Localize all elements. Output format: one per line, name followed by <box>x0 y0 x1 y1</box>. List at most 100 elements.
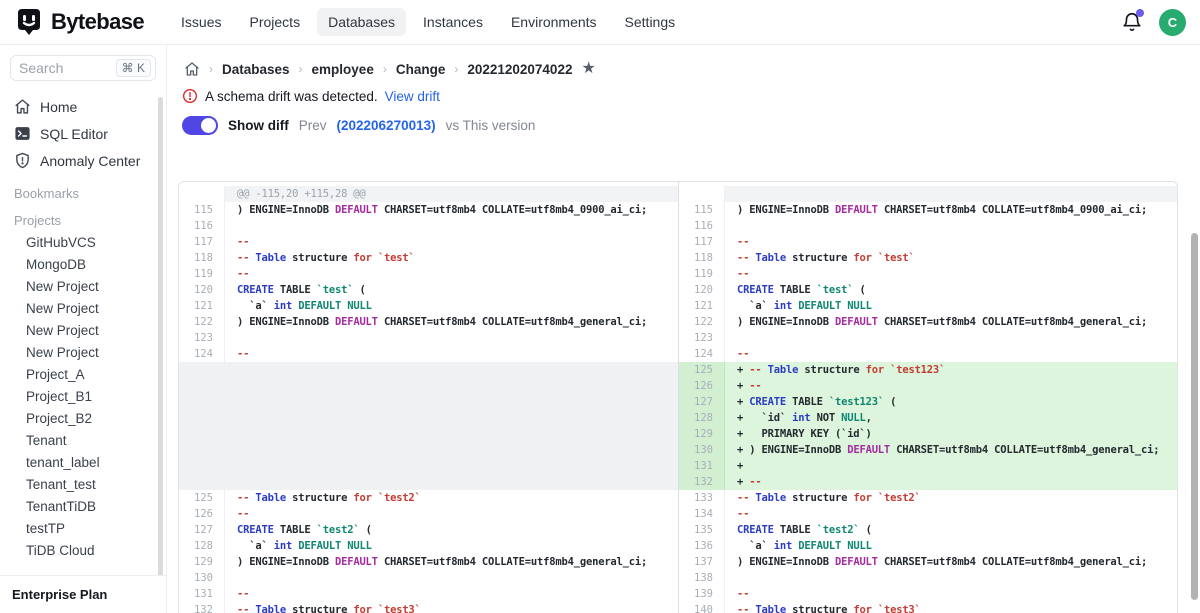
home-icon <box>14 98 31 115</box>
line-number: 125 <box>179 490 225 506</box>
diff-grid: @@ -115,20 +115,28 @@115) ENGINE=InnoDB … <box>179 182 1177 613</box>
line-number: 116 <box>679 218 725 234</box>
sidebar-project-item[interactable]: Project_B2 <box>8 408 158 430</box>
diff-line: 122) ENGINE=InnoDB DEFAULT CHARSET=utf8m… <box>679 314 1177 330</box>
sidebar-project-item[interactable]: New Project <box>8 276 158 298</box>
line-number: 131 <box>179 586 225 602</box>
nav-item-projects[interactable]: Projects <box>239 8 312 36</box>
line-number: 131 <box>679 458 725 474</box>
breadcrumb-employee[interactable]: employee <box>312 62 374 77</box>
line-number: 122 <box>179 314 225 330</box>
code-text <box>725 330 1177 346</box>
line-number: 124 <box>179 346 225 362</box>
home-breadcrumb-icon[interactable] <box>184 61 200 77</box>
code-text: + ) ENGINE=InnoDB DEFAULT CHARSET=utf8mb… <box>725 442 1177 458</box>
diff-line: 139-- <box>679 586 1177 602</box>
code-text: ) ENGINE=InnoDB DEFAULT CHARSET=utf8mb4 … <box>725 554 1177 570</box>
sidebar-project-item[interactable]: New Project <box>8 298 158 320</box>
prev-version-link[interactable]: (202206270013) <box>337 118 436 133</box>
diff-line: 132-- Table structure for `test3` <box>179 602 678 613</box>
diff-line: 130 <box>179 570 678 586</box>
nav-item-issues[interactable]: Issues <box>170 8 232 36</box>
diff-line: 135CREATE TABLE `test2` ( <box>679 522 1177 538</box>
sidebar-item-sql-editor[interactable]: SQL Editor <box>8 120 158 147</box>
breadcrumb-version[interactable]: 20221202074022 <box>467 62 572 77</box>
breadcrumb-change[interactable]: Change <box>396 62 446 77</box>
show-diff-toggle[interactable] <box>182 116 218 135</box>
sidebar-project-item[interactable]: New Project <box>8 320 158 342</box>
diff-line: 125+ -- Table structure for `test123` <box>679 362 1177 378</box>
line-number: 126 <box>179 506 225 522</box>
diff-line: 128+ `id` int NOT NULL, <box>679 410 1177 426</box>
diff-panel-current: 115) ENGINE=InnoDB DEFAULT CHARSET=utf8m… <box>678 182 1177 613</box>
line-number <box>179 186 225 202</box>
top-nav: Issues Projects Databases Instances Envi… <box>170 8 686 36</box>
main-content: › Databases › employee › Change › 202212… <box>167 45 1200 613</box>
sidebar-project-item[interactable]: Tenant <box>8 430 158 452</box>
sidebar-project-item[interactable]: TiDB Cloud <box>8 540 158 562</box>
code-text: + -- <box>725 474 1177 490</box>
sidebar-project-item[interactable]: Project_B1 <box>8 386 158 408</box>
search-box[interactable]: ⌘ K <box>10 55 156 81</box>
sidebar-item-home[interactable]: Home <box>8 93 158 120</box>
code-text: CREATE TABLE `test2` ( <box>225 522 678 538</box>
sidebar-project-item[interactable]: MongoDB <box>8 254 158 276</box>
sidebar-project-item[interactable]: tenant_label <box>8 452 158 474</box>
sidebar-item-anomaly-center[interactable]: Anomaly Center <box>8 147 158 174</box>
code-text: + `id` int NOT NULL, <box>725 410 1177 426</box>
view-drift-link[interactable]: View drift <box>385 89 440 104</box>
diff-line: 134-- <box>679 506 1177 522</box>
diff-line: 131-- <box>179 586 678 602</box>
diff-line: 130+ ) ENGINE=InnoDB DEFAULT CHARSET=utf… <box>679 442 1177 458</box>
code-text: CREATE TABLE `test2` ( <box>725 522 1177 538</box>
line-number: 115 <box>179 202 225 218</box>
topbar-right: C <box>1121 9 1186 36</box>
code-text: -- <box>225 234 678 250</box>
code-text: + PRIMARY KEY (`id`) <box>725 426 1177 442</box>
schema-drift-alert: A schema drift was detected. View drift <box>167 77 1200 104</box>
brand-name: Bytebase <box>51 9 144 35</box>
diff-line: 115) ENGINE=InnoDB DEFAULT CHARSET=utf8m… <box>679 202 1177 218</box>
user-avatar[interactable]: C <box>1159 9 1186 36</box>
sidebar-project-item[interactable]: Project_A <box>8 364 158 386</box>
nav-item-settings[interactable]: Settings <box>614 8 687 36</box>
sidebar-project-item[interactable]: GitHubVCS <box>8 232 158 254</box>
code-text <box>225 362 678 490</box>
nav-item-databases[interactable]: Databases <box>317 8 406 36</box>
diff-line: 131+ <box>679 458 1177 474</box>
sidebar-project-item[interactable]: New Project <box>8 342 158 364</box>
nav-item-environments[interactable]: Environments <box>500 8 608 36</box>
code-text: -- Table structure for `test` <box>225 250 678 266</box>
code-text: -- <box>725 506 1177 522</box>
sidebar-project-item[interactable]: testTP <box>8 518 158 540</box>
diff-line: 121 `a` int DEFAULT NULL <box>679 298 1177 314</box>
search-shortcut-badge: ⌘ K <box>116 59 151 77</box>
search-input[interactable] <box>19 60 99 76</box>
line-number: 120 <box>679 282 725 298</box>
line-number <box>179 362 225 490</box>
page-scrollbar[interactable] <box>1191 233 1198 600</box>
sidebar-section-projects: Projects <box>14 213 152 228</box>
sidebar-project-item[interactable]: Tenant_test <box>8 474 158 496</box>
diff-line: 117-- <box>179 234 678 250</box>
sidebar-project-item[interactable]: TenantTiDB <box>8 496 158 518</box>
diff-toggle-row: Show diff Prev (202206270013) vs This ve… <box>167 104 1200 135</box>
notifications-bell-icon[interactable] <box>1121 11 1143 33</box>
diff-spacer <box>179 362 678 490</box>
code-text: -- <box>725 234 1177 250</box>
shield-icon <box>14 152 31 169</box>
line-number: 126 <box>679 378 725 394</box>
line-number: 129 <box>179 554 225 570</box>
breadcrumb-databases[interactable]: Databases <box>222 62 290 77</box>
code-text: -- <box>725 346 1177 362</box>
brand[interactable]: Bytebase <box>14 7 144 37</box>
line-number: 134 <box>679 506 725 522</box>
diff-line: 138 <box>679 570 1177 586</box>
line-number: 123 <box>179 330 225 346</box>
nav-item-instances[interactable]: Instances <box>412 8 494 36</box>
bookmark-star-icon[interactable]: ★ <box>581 61 595 77</box>
sidebar-scrollbar[interactable] <box>158 97 163 595</box>
diff-line: 121 `a` int DEFAULT NULL <box>179 298 678 314</box>
breadcrumb: › Databases › employee › Change › 202212… <box>167 45 1200 77</box>
diff-line: 120CREATE TABLE `test` ( <box>179 282 678 298</box>
